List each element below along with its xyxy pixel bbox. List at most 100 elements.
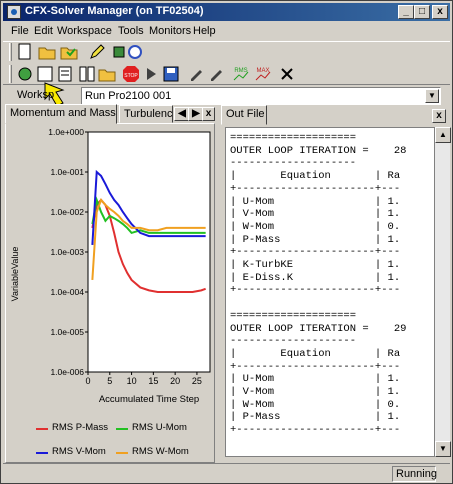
status-bar: Running	[3, 463, 450, 482]
out-file-panel: Out File x ==================== OUTER LOO…	[221, 105, 451, 463]
split-view-icon[interactable]	[77, 64, 97, 84]
svg-text:STOP: STOP	[124, 73, 138, 79]
out-line: --------------------	[230, 335, 357, 348]
tab-out-file[interactable]: Out File	[221, 105, 267, 125]
y-tick-label: 1.0e-005	[50, 327, 84, 337]
status-text: Running	[392, 466, 437, 482]
menu-help[interactable]: Help	[193, 25, 216, 37]
open-results-icon[interactable]	[59, 42, 79, 62]
out-line: | W-Mom | 0.	[230, 398, 401, 411]
close-button[interactable]: x	[432, 5, 448, 19]
new-icon[interactable]	[15, 42, 35, 62]
delete-icon[interactable]	[277, 64, 297, 84]
tab-momentum-and-mass[interactable]: Momentum and Mass	[5, 104, 117, 124]
window-title: CFX-Solver Manager (on TF02504)	[25, 5, 204, 17]
out-line: | K-TurbKE | 1.	[230, 259, 401, 271]
out-line: ====================	[230, 309, 357, 322]
x-tick-label: 15	[148, 376, 158, 386]
legend-label: RMS U-Mom	[132, 422, 187, 433]
y-tick-label: 1.0e-002	[50, 207, 84, 217]
legend-swatch	[116, 428, 128, 430]
app-icon	[7, 5, 21, 19]
out-line: +----------------------+---	[230, 360, 401, 373]
out-line: | U-Mom | 1.	[230, 195, 401, 208]
monitor-panel: Momentum and Mass Turbulenc ◀ ▶ x 1.0e+0…	[5, 104, 215, 463]
toolbar-grip	[9, 43, 12, 61]
svg-text:RMS: RMS	[234, 68, 247, 74]
monitor-tabs: Momentum and Mass Turbulenc ◀ ▶ x	[5, 104, 215, 124]
tab-turbulence[interactable]: Turbulenc	[119, 105, 173, 123]
save-icon[interactable]	[161, 64, 181, 84]
menu-file[interactable]: File	[11, 25, 29, 37]
monitor-icon[interactable]	[125, 42, 145, 62]
menu-tools[interactable]: Tools	[118, 25, 144, 37]
menu-monitors[interactable]: Monitors	[149, 25, 191, 37]
edit-icon[interactable]	[87, 42, 107, 62]
out-line: OUTER LOOP ITERATION = 29	[230, 322, 407, 335]
out-line: +----------------------+---	[230, 246, 401, 259]
chevron-down-icon[interactable]: ▼	[425, 89, 439, 103]
scroll-up-icon[interactable]: ▲	[435, 127, 451, 143]
out-line: | U-Mom | 1.	[230, 373, 401, 386]
max-plot-icon[interactable]: MAX	[253, 64, 273, 84]
out-line: +----------------------+---	[230, 182, 401, 195]
open-folder-icon[interactable]	[37, 42, 57, 62]
y-tick-label: 1.0e+000	[48, 127, 84, 137]
y-tick-label: 1.0e-003	[50, 247, 84, 257]
out-line: | P-Mass | 1.	[230, 411, 401, 424]
legend-label: RMS P-Mass	[52, 422, 108, 433]
out-line: | Equation | Ra	[230, 347, 401, 360]
out-file-text: ==================== OUTER LOOP ITERATION…	[225, 127, 435, 457]
tab-close-icon[interactable]: x	[202, 107, 215, 121]
out-line: | V-Mom | 1.	[230, 208, 401, 221]
out-line: | V-Mom | 1.	[230, 386, 401, 398]
rms-plot-icon[interactable]: RMS	[231, 64, 251, 84]
legend-swatch	[36, 452, 48, 454]
menu-edit[interactable]: Edit	[34, 25, 53, 37]
out-line: +----------------------+---	[230, 284, 401, 297]
scroll-down-icon[interactable]: ▼	[435, 441, 451, 457]
out-line: | Equation | Ra	[230, 170, 401, 183]
x-tick-label: 5	[107, 376, 112, 386]
out-line: --------------------	[230, 157, 357, 170]
edit-run-icon[interactable]	[187, 64, 207, 84]
x-tick-label: 0	[85, 376, 90, 386]
run-icon[interactable]	[15, 64, 35, 84]
legend-label: RMS W-Mom	[132, 446, 189, 457]
y-axis-label: VariableValue	[10, 247, 20, 302]
main-window: CFX-Solver Manager (on TF02504) _ □ x Fi…	[0, 0, 453, 484]
out-line: +----------------------+---	[230, 424, 401, 437]
y-tick-label: 1.0e-001	[50, 167, 84, 177]
plot-frame	[87, 131, 211, 373]
workspace-value: Run Pro2100 001	[85, 90, 172, 102]
out-line: | P-Mass | 1.	[230, 233, 401, 246]
menu-bar: File Edit Workspace Tools Monitors Help	[3, 23, 450, 41]
title-bar: CFX-Solver Manager (on TF02504) _ □ x	[3, 3, 450, 21]
legend-swatch	[116, 452, 128, 454]
out-line: ====================	[230, 132, 357, 144]
out-line: | E-Diss.K | 1.	[230, 271, 401, 284]
maximize-button[interactable]: □	[414, 5, 430, 19]
toolbar: STOP RMS MAX	[3, 41, 450, 85]
minimize-button[interactable]: _	[398, 5, 414, 19]
residual-plot: 1.0e+000 1.0e-001 1.0e-002 1.0e-003 1.0e-004…	[5, 123, 215, 463]
out-line: OUTER LOOP ITERATION = 28	[230, 144, 407, 157]
folder-icon[interactable]	[97, 64, 117, 84]
toolbar-grip-2	[9, 65, 12, 83]
play-icon[interactable]	[141, 64, 161, 84]
workspace-label: Worksp	[17, 89, 55, 101]
x-tick-label: 20	[170, 376, 180, 386]
menu-workspace[interactable]: Workspace	[57, 25, 112, 37]
vertical-scrollbar[interactable]: ▲ ▼	[434, 127, 451, 457]
y-tick-label: 1.0e-004	[50, 287, 84, 297]
x-tick-label: 25	[192, 376, 202, 386]
out-close-icon[interactable]: x	[432, 109, 446, 123]
x-axis-label: Accumulated Time Step	[99, 394, 199, 405]
edit-definition-icon[interactable]	[207, 64, 227, 84]
workspace-select[interactable]: Run Pro2100 001 ▼	[81, 87, 441, 105]
stop-icon[interactable]: STOP	[121, 64, 141, 84]
svg-text:MAX: MAX	[256, 68, 269, 74]
out-line: | W-Mom | 0.	[230, 220, 401, 233]
residual-chart: 1.0e+000 1.0e-001 1.0e-002 1.0e-003 1.0e-004…	[10, 127, 211, 405]
x-tick-label: 10	[127, 376, 137, 386]
